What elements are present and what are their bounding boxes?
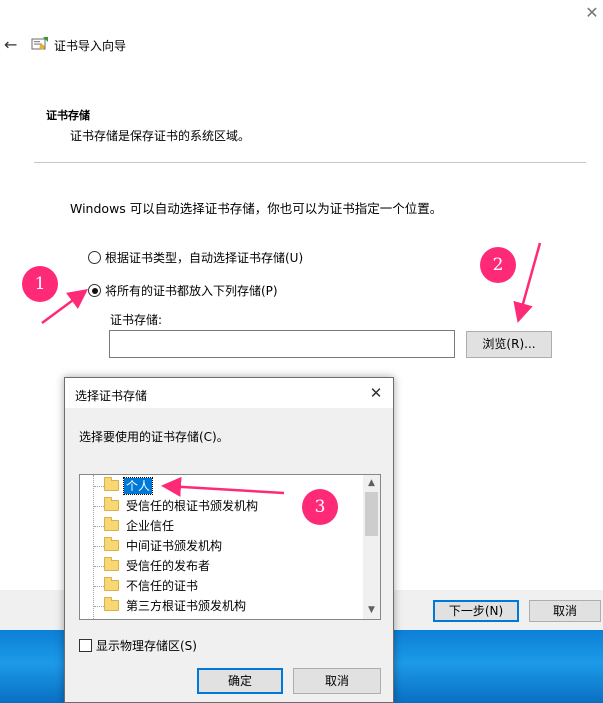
store-tree[interactable]: 个人受信任的根证书颁发机构 企业信任中间证书颁发机构 受信任的发布者 不信任的证书第三… [79,474,381,620]
store-tree-item[interactable]: 中间证书颁发机构 [80,536,363,556]
annotation-arrow-2 [513,242,542,323]
folder-icon [104,537,119,551]
ok-button[interactable]: 确定 [197,668,283,694]
tree-guide-line [94,526,104,527]
scroll-up-icon[interactable]: ▲ [363,475,380,492]
store-tree-item[interactable]: 第三方根证书颁发机构 [80,596,363,616]
wizard-title: 证书导入向导 [54,39,127,53]
scroll-thumb[interactable] [365,492,378,536]
annotation-badge-1: 1 [22,266,58,302]
store-tree-item-label: 个人 [122,477,154,495]
store-tree-item-label: 中间证书颁发机构 [126,539,223,553]
annotation-badge-2: 2 [480,247,516,283]
back-arrow-icon[interactable]: ← [4,36,22,54]
separator [34,162,586,163]
section-title: 证书存储 [46,109,90,122]
store-tree-item-label: 第三方根证书颁发机构 [126,599,247,613]
radio-auto-select-store[interactable] [88,251,101,264]
scroll-down-icon[interactable]: ▼ [363,602,380,619]
folder-icon [104,517,119,531]
radio-place-all-in-store-label[interactable]: 将所有的证书都放入下列存储(P) [105,282,278,299]
store-tree-item-label: 受信任的发布者 [126,559,211,573]
section-description: 证书存储是保存证书的系统区域。 [70,129,251,143]
store-tree-item-label: 受信任的根证书颁发机构 [126,499,259,513]
certificate-store-field[interactable] [109,330,455,358]
tree-guide-line [94,566,104,567]
store-tree-item-label: 不信任的证书 [126,579,199,593]
folder-icon [104,477,119,491]
store-tree-item[interactable]: 不信任的证书 [80,576,363,596]
certificate-store-label: 证书存储: [110,313,163,327]
dialog-titlebar: 选择证书存储 ✕ [65,378,393,408]
select-store-dialog: 选择证书存储 ✕ 选择要使用的证书存储(C)。 个人受信任的根证书颁发机构 企业信… [64,377,394,703]
store-tree-item-label: 企业信任 [126,519,175,533]
wizard-cancel-button[interactable]: 取消 [529,600,601,622]
show-physical-stores-label[interactable]: 显示物理存储区(S) [96,637,197,654]
tree-guide-line [94,546,104,547]
radio-auto-select-store-label[interactable]: 根据证书类型，自动选择证书存储(U) [105,249,303,266]
tree-guide-line [94,486,104,487]
annotation-badge-3: 3 [302,489,338,525]
certificate-wizard-icon [31,37,48,50]
dialog-prompt: 选择要使用的证书存储(C)。 [79,430,229,444]
tree-guide-line [94,606,104,607]
folder-icon [104,577,119,591]
folder-icon [104,497,119,511]
close-icon[interactable]: ✕ [583,4,601,22]
tree-guide-line [94,506,104,507]
dialog-close-icon[interactable]: ✕ [367,384,385,402]
store-selection-note: Windows 可以自动选择证书存储，你也可以为证书指定一个位置。 [70,201,443,216]
next-button[interactable]: 下一步(N) [433,600,519,622]
folder-icon [104,557,119,571]
dialog-cancel-button[interactable]: 取消 [293,668,381,694]
tree-guide-line [94,586,104,587]
browse-button[interactable]: 浏览(R)... [466,331,552,358]
dialog-title: 选择证书存储 [75,389,148,403]
radio-place-all-in-store[interactable] [88,284,101,297]
show-physical-stores-checkbox[interactable] [79,639,92,652]
store-tree-item[interactable]: 受信任的发布者 [80,556,363,576]
folder-icon [104,597,119,611]
tree-scrollbar[interactable]: ▲ ▼ [363,475,380,619]
